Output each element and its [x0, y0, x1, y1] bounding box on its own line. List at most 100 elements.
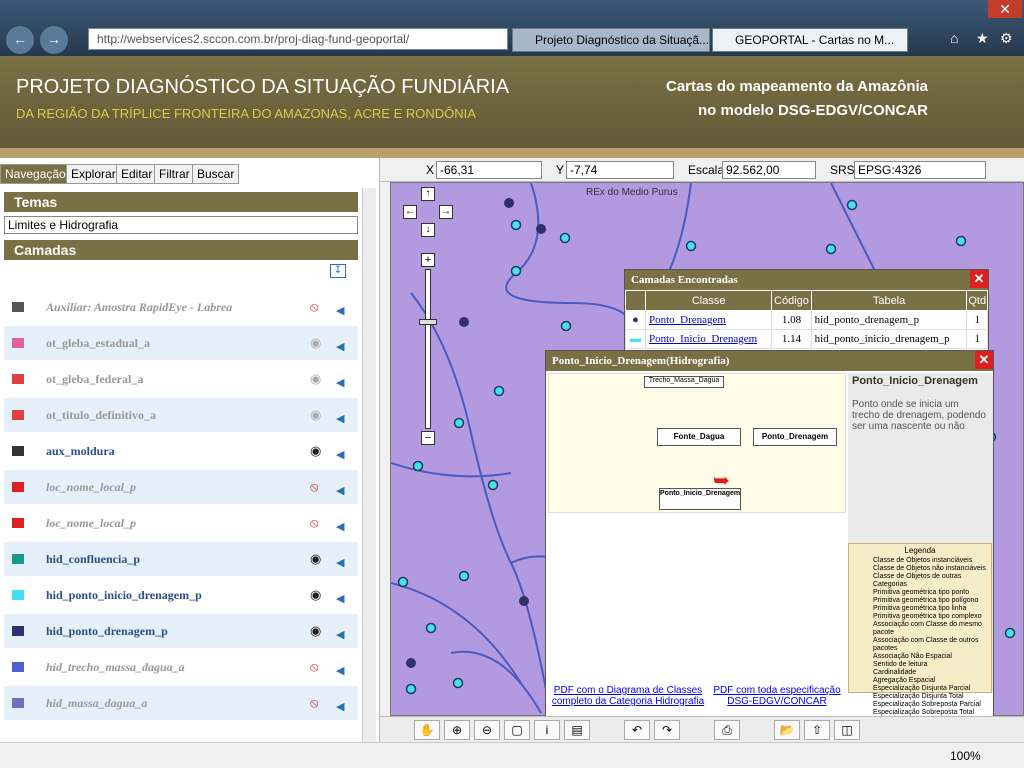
- tab-geoportal[interactable]: GEOPORTAL - Cartas no M...: [712, 28, 908, 52]
- class-info-popup: Ponto_Inicio_Drenagem(Hidrografia) ✕ Trec…: [545, 350, 994, 717]
- y-label: Y: [556, 163, 565, 177]
- expand-arrow-icon[interactable]: ◀: [336, 474, 344, 508]
- row-qtd: 1: [966, 329, 988, 349]
- eye-icon[interactable]: ◉: [310, 326, 321, 360]
- forward-icon[interactable]: →: [40, 26, 68, 54]
- row-qtd: 1: [966, 310, 988, 330]
- layer-row[interactable]: ot_titulo_definitivo_a ◉ ◀: [4, 398, 358, 432]
- expand-arrow-icon[interactable]: ◀: [336, 366, 344, 400]
- legend-item: Associação Não Espacial: [873, 653, 952, 660]
- hidden-eye-icon[interactable]: ⦸: [310, 470, 318, 504]
- x-label: X: [426, 163, 435, 177]
- eye-icon[interactable]: ◉: [310, 434, 321, 468]
- hidden-eye-icon[interactable]: ⦸: [310, 686, 318, 720]
- expand-arrow-icon[interactable]: ◀: [336, 510, 344, 544]
- zoom-out-button[interactable]: −: [421, 431, 435, 445]
- expand-arrow-icon[interactable]: ◀: [336, 546, 344, 580]
- download-icon[interactable]: ↧: [330, 264, 346, 278]
- pan-down-button[interactable]: ↓: [421, 223, 435, 237]
- layer-row[interactable]: loc_nome_local_p ⦸ ◀: [4, 506, 358, 540]
- export-icon[interactable]: ⇧: [804, 720, 830, 740]
- eye-icon[interactable]: ◉: [310, 614, 321, 648]
- gear-icon[interactable]: ⚙: [1000, 30, 1013, 47]
- close-icon[interactable]: ✕: [975, 351, 993, 369]
- expand-arrow-icon[interactable]: ◀: [336, 690, 344, 724]
- pan-up-button[interactable]: ↑: [421, 187, 435, 201]
- address-bar[interactable]: http://webservices2.sccon.com.br/proj-di…: [88, 28, 508, 50]
- undo-icon[interactable]: ↶: [624, 720, 650, 740]
- expand-arrow-icon[interactable]: ◀: [336, 402, 344, 436]
- col-dot: [625, 290, 646, 311]
- temas-select[interactable]: Limites e Hidrografia: [4, 216, 358, 234]
- close-icon[interactable]: ✕: [970, 270, 988, 288]
- home-icon[interactable]: ⌂: [950, 30, 958, 46]
- layer-row[interactable]: ot_gleba_federal_a ◉ ◀: [4, 362, 358, 396]
- legend-item: Especialização Disjunta Total: [873, 693, 964, 700]
- tab-explorar[interactable]: Explorar: [66, 164, 121, 184]
- measure-icon[interactable]: ▤: [564, 720, 590, 740]
- zoom-in-button[interactable]: +: [421, 253, 435, 267]
- row-codigo: 1.08: [771, 310, 812, 330]
- legend-item: Classe de Objetos de outras Categorias: [873, 573, 962, 588]
- layer-swatch-icon: [12, 374, 24, 384]
- class-name: Ponto_Inicio_Drenagem: [852, 375, 978, 387]
- row-tabela: hid_ponto_inicio_drenagem_p: [810, 329, 968, 349]
- hidden-eye-icon[interactable]: ⦸: [310, 650, 318, 684]
- layer-row[interactable]: hid_massa_dagua_a ⦸ ◀: [4, 686, 358, 720]
- favorites-icon[interactable]: ★: [976, 30, 989, 47]
- pan-left-button[interactable]: ←: [403, 205, 417, 219]
- layer-row[interactable]: ot_gleba_estadual_a ◉ ◀: [4, 326, 358, 360]
- layers-icon[interactable]: ◫: [834, 720, 860, 740]
- srs-select[interactable]: EPSG:4326: [854, 161, 986, 179]
- info-icon[interactable]: i: [534, 720, 560, 740]
- back-icon[interactable]: ←: [6, 26, 34, 54]
- layer-row[interactable]: aux_moldura ◉ ◀: [4, 434, 358, 468]
- pdf-spec-link[interactable]: PDF com toda especificação DSG-EDGV/CONC…: [712, 685, 842, 707]
- pan-right-button[interactable]: →: [439, 205, 453, 219]
- redo-icon[interactable]: ↷: [654, 720, 680, 740]
- y-field[interactable]: -7,74: [566, 161, 674, 179]
- print-icon[interactable]: ⎙: [714, 720, 740, 740]
- eye-icon[interactable]: ◉: [310, 542, 321, 576]
- zoom-slider-handle[interactable]: [419, 319, 437, 325]
- pan-hand-icon[interactable]: ✋: [414, 720, 440, 740]
- row-classe-link[interactable]: Ponto_Drenagem: [644, 310, 773, 330]
- x-field[interactable]: -66,31: [436, 161, 542, 179]
- expand-arrow-icon[interactable]: ◀: [336, 582, 344, 616]
- hidden-eye-icon[interactable]: ⦸: [310, 506, 318, 540]
- tab-navegacao[interactable]: Navegação: [0, 164, 71, 184]
- expand-arrow-icon[interactable]: ◀: [336, 438, 344, 472]
- zoom-level[interactable]: 100%: [950, 749, 981, 763]
- layer-name: hid_ponto_drenagem_p: [46, 624, 168, 638]
- eye-icon[interactable]: ◉: [310, 398, 321, 432]
- expand-arrow-icon[interactable]: ◀: [336, 294, 344, 328]
- tab-projeto[interactable]: Projeto Diagnóstico da Situaçã...: [512, 28, 710, 52]
- close-window-icon[interactable]: ✕: [988, 0, 1022, 18]
- expand-arrow-icon[interactable]: ◀: [336, 654, 344, 688]
- layer-row[interactable]: hid_ponto_drenagem_p ◉ ◀: [4, 614, 358, 648]
- zoom-slider[interactable]: [425, 269, 431, 429]
- zoom-in-icon[interactable]: ⊕: [444, 720, 470, 740]
- pdf-diagram-link[interactable]: PDF com o Diagrama de Classes completo d…: [548, 685, 708, 707]
- eye-icon[interactable]: ◉: [310, 578, 321, 612]
- tab-filtrar[interactable]: Filtrar: [154, 164, 195, 184]
- layer-row[interactable]: loc_nome_local_p ⦸ ◀: [4, 470, 358, 504]
- layer-row[interactable]: hid_confluencia_p ◉ ◀: [4, 542, 358, 576]
- layer-row[interactable]: Auxiliar: Amostra RapidEye - Labrea ⦸ ◀: [4, 290, 358, 324]
- layer-row[interactable]: hid_trecho_massa_dagua_a ⦸ ◀: [4, 650, 358, 684]
- row-classe-link[interactable]: Ponto_Inicio_Drenagem: [644, 329, 773, 349]
- folder-icon[interactable]: 📂: [774, 720, 800, 740]
- tab-editar[interactable]: Editar: [116, 164, 158, 184]
- legend-item: Classe de Objetos não instanciáveis: [873, 565, 986, 572]
- layer-row[interactable]: hid_ponto_inicio_drenagem_p ◉ ◀: [4, 578, 358, 612]
- left-scrollbar[interactable]: [362, 188, 376, 742]
- zoom-out-icon[interactable]: ⊖: [474, 720, 500, 740]
- zoom-box-icon[interactable]: ▢: [504, 720, 530, 740]
- browser-chrome: ← → http://webservices2.sccon.com.br/pro…: [0, 0, 1024, 56]
- scale-field[interactable]: 92.562,00: [722, 161, 816, 179]
- expand-arrow-icon[interactable]: ◀: [336, 618, 344, 652]
- tab-buscar[interactable]: Buscar: [192, 164, 240, 184]
- expand-arrow-icon[interactable]: ◀: [336, 330, 344, 364]
- hidden-eye-icon[interactable]: ⦸: [310, 290, 318, 324]
- eye-icon[interactable]: ◉: [310, 362, 321, 396]
